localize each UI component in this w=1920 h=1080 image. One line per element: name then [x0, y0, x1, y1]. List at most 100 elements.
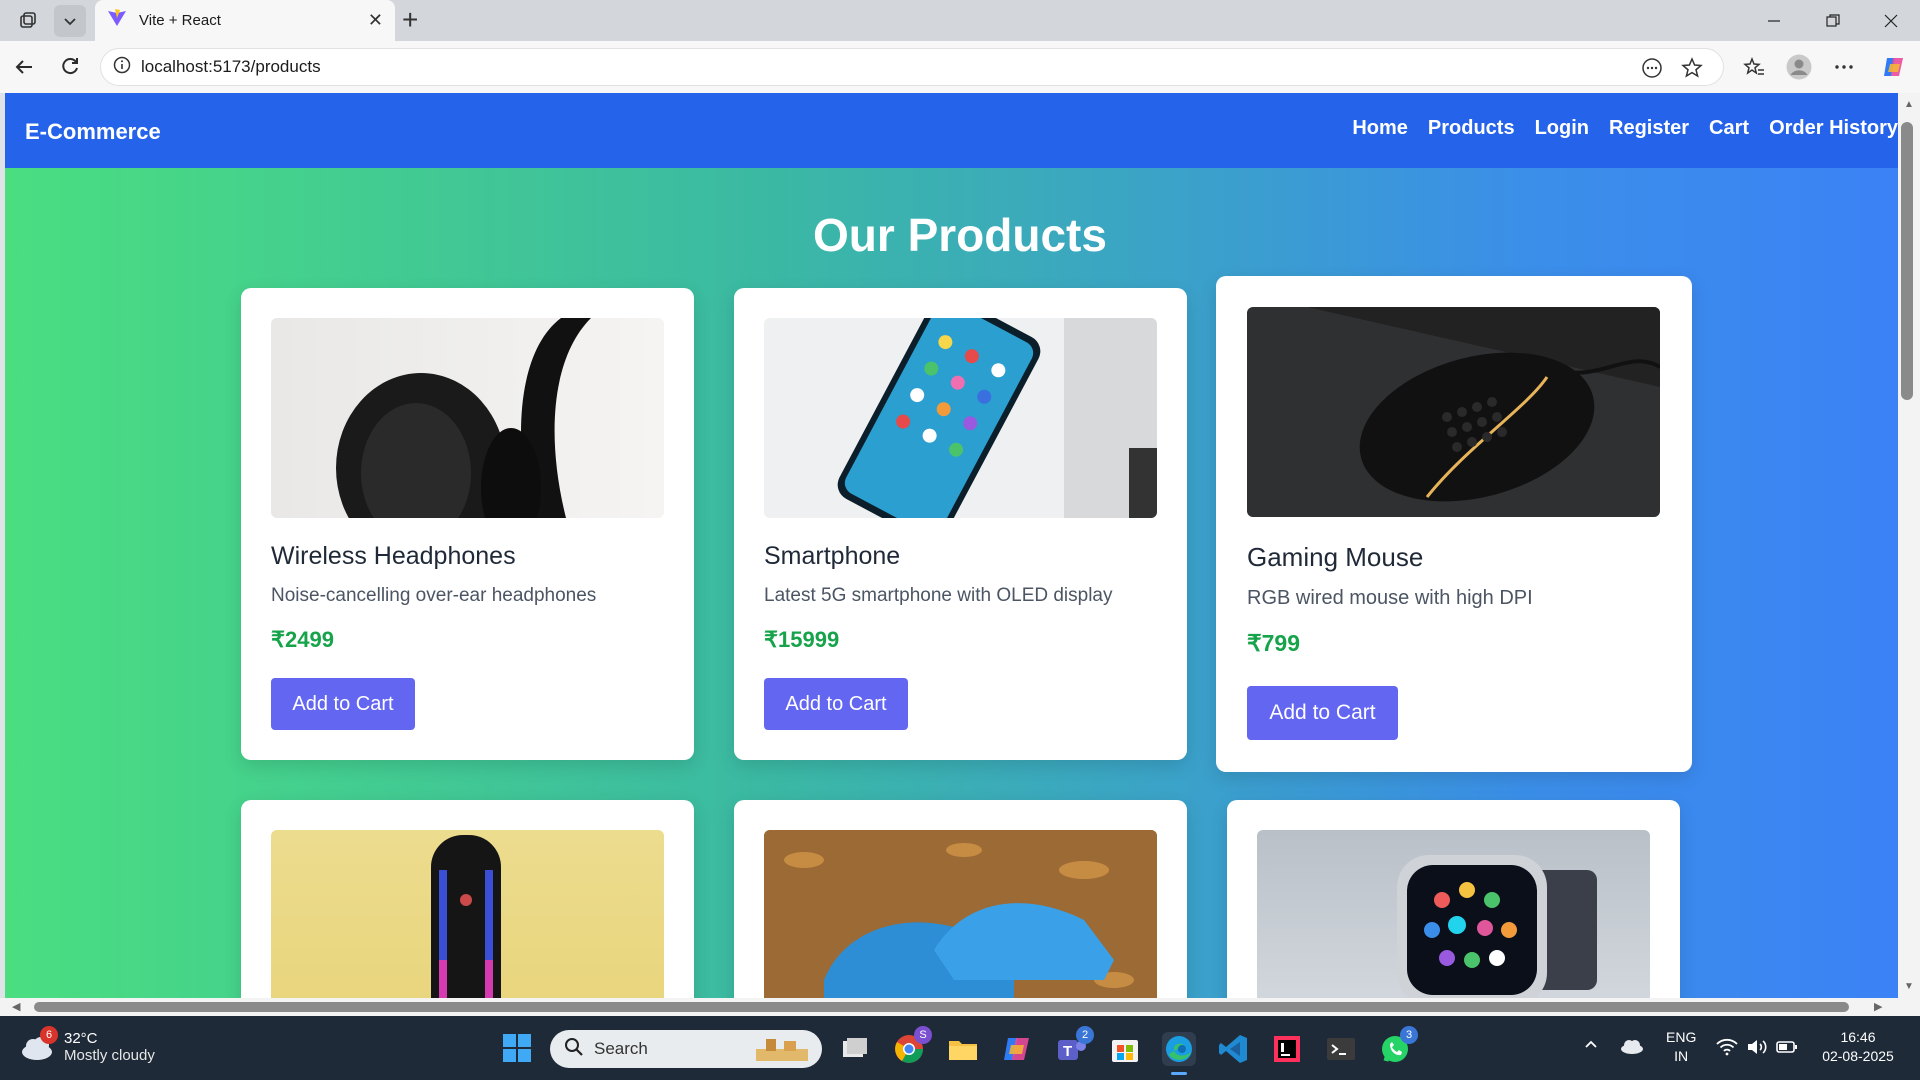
sneakers-image: [764, 830, 1157, 998]
battery-icon[interactable]: [1776, 1038, 1798, 1061]
clock-time: 16:46: [1840, 1029, 1876, 1045]
nav-link-register[interactable]: Register: [1609, 117, 1689, 140]
brand-logo[interactable]: E-Commerce: [25, 119, 161, 145]
close-tab-icon[interactable]: ✕: [368, 10, 383, 31]
product-description: RGB wired mouse with high DPI: [1247, 587, 1533, 609]
product-card: Wireless Headphones Noise-cancelling ove…: [241, 288, 694, 760]
edge-icon[interactable]: [1162, 1032, 1196, 1075]
tab-actions-chevron-icon[interactable]: [54, 5, 86, 37]
product-name: Gaming Mouse: [1247, 542, 1424, 572]
new-tab-icon[interactable]: +: [402, 4, 418, 36]
clock-date: 02-08-2025: [1822, 1048, 1894, 1064]
back-icon[interactable]: [8, 51, 40, 83]
browser-tab-strip: Vite + React ✕ +: [0, 0, 1920, 41]
start-windows-icon[interactable]: [500, 1031, 534, 1065]
nav-link-home[interactable]: Home: [1352, 117, 1408, 140]
restore-icon[interactable]: [1805, 0, 1861, 41]
nav-link-products[interactable]: Products: [1428, 117, 1515, 140]
task-view-icon[interactable]: [838, 1032, 872, 1066]
add-to-cart-button[interactable]: Add to Cart: [1247, 686, 1398, 740]
page-title: Our Products: [813, 209, 1107, 261]
add-to-cart-button[interactable]: Add to Cart: [271, 678, 415, 730]
settings-more-icon[interactable]: [1828, 51, 1860, 83]
file-explorer-icon[interactable]: [946, 1032, 980, 1066]
vertical-scrollbar-thumb[interactable]: [1901, 122, 1913, 400]
page-viewport: E-Commerce Home Products Login Register …: [5, 93, 1898, 998]
wifi-icon[interactable]: [1716, 1038, 1738, 1061]
product-card: [241, 800, 694, 998]
address-bar[interactable]: localhost:5173/products: [100, 48, 1724, 86]
temperature: 32°C: [64, 1030, 98, 1047]
site-info-icon[interactable]: [113, 56, 131, 79]
chrome-icon[interactable]: S: [892, 1026, 932, 1066]
smartphone-image: [764, 318, 1157, 518]
scroll-right-arrow-icon[interactable]: ▶: [1874, 1000, 1882, 1013]
close-window-icon[interactable]: [1863, 0, 1919, 41]
nav-link-order-history[interactable]: Order History: [1769, 117, 1898, 140]
vite-favicon-icon: [107, 8, 127, 33]
product-price: ₹2499: [271, 627, 334, 652]
store-icon[interactable]: [1108, 1032, 1142, 1066]
whatsapp-badge: 3: [1400, 1026, 1418, 1044]
weather-widget[interactable]: 6 32°C Mostly cloudy: [20, 1026, 155, 1064]
intellij-icon[interactable]: [1270, 1032, 1304, 1066]
weather-condition: Mostly cloudy: [64, 1047, 155, 1064]
gaming-mouse-image: [1247, 307, 1660, 517]
search-icon: [564, 1037, 584, 1062]
favorite-star-icon[interactable]: [1681, 57, 1703, 84]
chrome-profile-badge: S: [914, 1026, 932, 1044]
scroll-up-arrow-icon[interactable]: ▲: [1904, 99, 1914, 110]
copilot-app-icon[interactable]: [1000, 1032, 1034, 1066]
add-to-cart-button[interactable]: Add to Cart: [764, 678, 908, 730]
workspaces-icon[interactable]: [12, 5, 44, 37]
terminal-icon[interactable]: [1324, 1032, 1358, 1066]
read-aloud-icon[interactable]: [1641, 57, 1663, 84]
browser-tab-active[interactable]: Vite + React ✕: [95, 0, 395, 41]
taskbar-search[interactable]: Search: [550, 1030, 822, 1068]
clock[interactable]: 16:46 02-08-2025: [1812, 1028, 1904, 1066]
favorites-icon[interactable]: [1738, 51, 1770, 83]
nav-link-login[interactable]: Login: [1535, 117, 1589, 140]
weather-alert-badge: 6: [40, 1026, 58, 1044]
product-price: ₹15999: [764, 627, 840, 652]
onedrive-cloud-icon[interactable]: [1620, 1038, 1644, 1059]
language-code: ENG: [1666, 1029, 1697, 1045]
product-description: Latest 5G smartphone with OLED display: [764, 585, 1113, 606]
smartwatch-image: [1257, 830, 1650, 998]
horizontal-scrollbar-thumb[interactable]: [34, 1002, 1849, 1012]
product-price: ₹799: [1247, 630, 1301, 656]
nav-link-cart[interactable]: Cart: [1709, 117, 1749, 140]
browser-toolbar: localhost:5173/products: [0, 41, 1920, 93]
app-navbar: E-Commerce Home Products Login Register …: [5, 93, 1898, 168]
language-indicator[interactable]: ENG IN: [1666, 1028, 1696, 1066]
profile-avatar-icon[interactable]: [1783, 51, 1815, 83]
region-code: IN: [1674, 1048, 1689, 1064]
tab-title: Vite + React: [139, 12, 221, 29]
minimize-icon[interactable]: [1746, 0, 1802, 41]
search-highlight-icon: [752, 1035, 812, 1068]
url-text[interactable]: localhost:5173/products: [141, 57, 321, 77]
cloud-icon: 6: [20, 1026, 58, 1062]
product-name: Wireless Headphones: [271, 542, 516, 570]
product-description: Noise-cancelling over-ear headphones: [271, 585, 597, 606]
volume-icon[interactable]: [1746, 1038, 1768, 1061]
show-hidden-icons-chevron-icon[interactable]: [1583, 1036, 1599, 1057]
scroll-left-arrow-icon[interactable]: ◀: [12, 1000, 20, 1013]
search-placeholder: Search: [594, 1039, 648, 1058]
svg-text:T: T: [1063, 1043, 1072, 1060]
refresh-icon[interactable]: [54, 51, 86, 83]
product-card: Gaming Mouse RGB wired mouse with high D…: [1216, 276, 1692, 772]
windows-taskbar: 6 32°C Mostly cloudy Search S T 2 3 ENG …: [0, 1016, 1920, 1080]
product-card: Smartphone Latest 5G smartphone with OLE…: [734, 288, 1187, 760]
scroll-down-arrow-icon[interactable]: ▼: [1904, 981, 1914, 992]
product-name: Smartphone: [764, 542, 901, 570]
teams-badge: 2: [1076, 1026, 1094, 1044]
teams-icon[interactable]: T 2: [1054, 1026, 1094, 1066]
copilot-icon[interactable]: [1878, 51, 1910, 83]
edge-active-indicator: [1171, 1072, 1187, 1075]
speaker-image: [271, 830, 664, 998]
vscode-icon[interactable]: [1216, 1032, 1250, 1066]
product-card: [1227, 800, 1680, 998]
product-card: [734, 800, 1187, 998]
whatsapp-icon[interactable]: 3: [1378, 1026, 1418, 1066]
